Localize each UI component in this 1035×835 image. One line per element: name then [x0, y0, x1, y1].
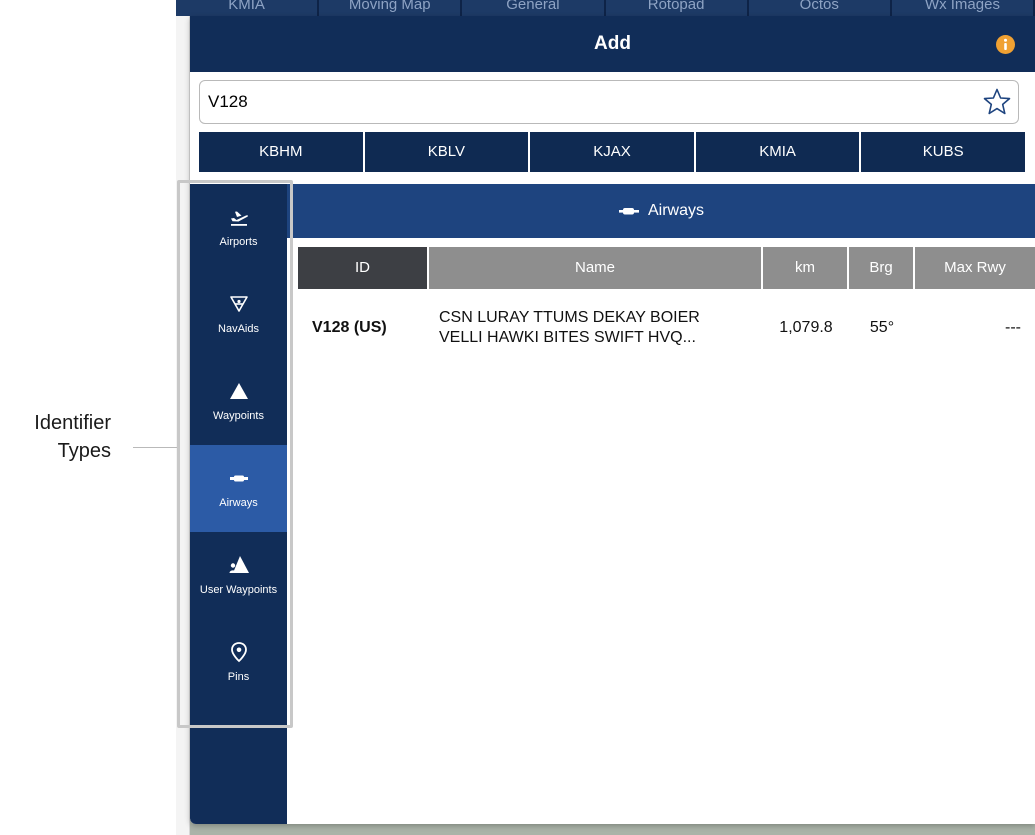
search-bar [199, 80, 1019, 124]
column-header-bearing[interactable]: Brg [849, 247, 915, 289]
add-dialog: Add KBHM KBLV KJAX KMIA KUBS [190, 16, 1035, 824]
dialog-header: Add [190, 16, 1035, 72]
table-row[interactable]: V128 (US) CSN LURAY TTUMS DEKAY BOIER VE… [298, 296, 1035, 360]
screen: KMIA Moving Map General Rotopad Octos Wx… [0, 0, 1035, 835]
background-tab: Octos [749, 0, 892, 16]
annotation-line: Identifier [34, 412, 111, 434]
background-tab: KMIA [176, 0, 320, 16]
column-header-max-runway[interactable]: Max Rwy [915, 247, 1035, 289]
recent-airport-button[interactable]: KBHM [199, 132, 365, 172]
recent-airport-button[interactable]: KUBS [861, 132, 1025, 172]
background-tab: Rotopad [606, 0, 749, 16]
result-max-runway: --- [1005, 319, 1021, 336]
column-header-name[interactable]: Name [429, 247, 763, 289]
result-distance: 1,079.8 [779, 319, 833, 336]
annotation-label: Identifier Types [0, 409, 111, 465]
result-id: V128 (US) [312, 319, 387, 336]
column-header-id[interactable]: ID [298, 247, 429, 289]
result-name: CSN LURAY TTUMS DEKAY BOIER VELLI HAWKI … [429, 308, 763, 348]
result-name-line: CSN LURAY TTUMS DEKAY BOIER [439, 309, 700, 326]
background-tab: General [462, 0, 606, 16]
recent-airports-bar: KBHM KBLV KJAX KMIA KUBS [199, 132, 1025, 172]
results-table-header: ID Name km Brg Max Rwy [298, 247, 1035, 289]
search-input[interactable] [208, 81, 968, 123]
annotation-leader-line [133, 447, 177, 448]
section-title: Airways [647, 202, 704, 219]
recent-airport-button[interactable]: KBLV [365, 132, 531, 172]
recent-airport-button[interactable]: KMIA [696, 132, 862, 172]
result-name-line: VELLI HAWKI BITES SWIFT HVQ... [439, 329, 696, 346]
recent-airport-button[interactable]: KJAX [530, 132, 696, 172]
info-icon[interactable] [996, 35, 1015, 54]
background-tab: Wx Images [892, 0, 1035, 16]
dialog-title: Add [594, 33, 631, 54]
background-tab: Moving Map [319, 0, 463, 16]
background-tab-bar: KMIA Moving Map General Rotopad Octos Wx… [176, 0, 1035, 16]
star-outline-icon[interactable] [982, 87, 1012, 117]
airway-icon [618, 208, 639, 215]
annotation-highlight-box [177, 180, 293, 728]
column-header-km[interactable]: km [763, 247, 849, 289]
annotation-line: Types [57, 440, 111, 462]
section-header: Airways [287, 184, 1035, 238]
result-bearing: 55° [869, 319, 895, 336]
